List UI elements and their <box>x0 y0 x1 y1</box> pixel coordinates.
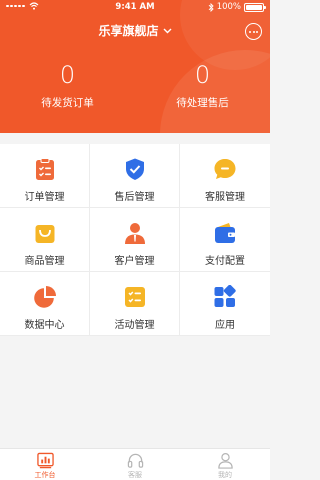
status-bar: 9:41 AM 100% <box>0 0 270 14</box>
tab-mine[interactable]: 我的 <box>180 449 270 480</box>
tab-label: 我的 <box>218 471 232 479</box>
battery-icon <box>244 2 266 12</box>
grid-item-data-center[interactable]: 数据中心 <box>0 272 90 336</box>
order-clipboard-icon <box>35 158 54 180</box>
feature-grid: 订单管理 售后管理 客服管理 商品管理 客户管理 支付配置 数据中心 活动管理 … <box>0 144 270 336</box>
workbench-chart-icon <box>36 452 54 469</box>
activity-checklist-icon <box>124 287 145 307</box>
grid-item-aftersale-management[interactable]: 售后管理 <box>90 144 180 208</box>
more-options-icon[interactable] <box>245 23 262 40</box>
chevron-down-icon <box>163 28 171 34</box>
status-right: 100% <box>208 2 266 12</box>
grid-item-label: 客服管理 <box>205 192 245 203</box>
bluetooth-icon <box>208 2 214 12</box>
tab-workbench[interactable]: 工作台 <box>0 449 90 480</box>
tab-customer-service[interactable]: 客服 <box>90 449 180 480</box>
grid-item-label: 客户管理 <box>114 256 155 267</box>
grid-item-service-management[interactable]: 客服管理 <box>180 144 270 208</box>
stat-value: 0 <box>59 61 76 89</box>
grid-item-label: 应用 <box>215 320 235 331</box>
grid-item-customer-management[interactable]: 客户管理 <box>90 208 180 272</box>
grid-item-payment-config[interactable]: 支付配置 <box>180 208 270 272</box>
battery-percent: 100% <box>216 2 241 12</box>
grid-item-order-management[interactable]: 订单管理 <box>0 144 90 208</box>
grid-item-label: 活动管理 <box>114 320 155 331</box>
header-banner: 9:41 AM 100% 乐享旗舰店 0 待发货订单 0 待处理售后 <box>0 0 270 133</box>
wallet-icon <box>215 223 235 243</box>
store-name: 乐享旗舰店 <box>98 24 159 38</box>
stat-label: 待发货订单 <box>41 97 94 109</box>
chat-bubble-icon <box>214 159 236 179</box>
customer-person-icon <box>124 223 145 244</box>
store-bar: 乐享旗舰店 <box>0 20 270 42</box>
profile-icon <box>217 452 233 469</box>
grid-item-label: 数据中心 <box>24 320 65 331</box>
pie-chart-icon <box>33 286 56 308</box>
tab-label: 工作台 <box>34 471 56 479</box>
headset-icon <box>127 453 143 468</box>
grid-item-product-management[interactable]: 商品管理 <box>0 208 90 272</box>
grid-item-apps[interactable]: 应用 <box>180 272 270 336</box>
grid-item-label: 售后管理 <box>114 192 155 203</box>
stat-pending-shipment[interactable]: 0 待发货订单 <box>0 60 135 110</box>
apps-grid-icon <box>214 285 236 307</box>
grid-item-label: 商品管理 <box>24 256 65 267</box>
shopping-bag-icon <box>35 225 54 243</box>
bottom-tab-bar: 工作台 客服 我的 <box>0 448 270 480</box>
grid-item-label: 支付配置 <box>205 256 245 267</box>
store-selector[interactable]: 乐享旗舰店 <box>98 20 171 42</box>
stat-label: 待处理售后 <box>176 97 229 109</box>
stat-value: 0 <box>194 61 211 89</box>
stats-row: 0 待发货订单 0 待处理售后 <box>0 60 270 110</box>
stat-pending-aftersale[interactable]: 0 待处理售后 <box>135 60 270 110</box>
grid-item-activity-management[interactable]: 活动管理 <box>90 272 180 336</box>
tab-label: 客服 <box>128 471 142 479</box>
grid-item-label: 订单管理 <box>24 192 65 203</box>
shield-check-icon <box>125 158 144 180</box>
